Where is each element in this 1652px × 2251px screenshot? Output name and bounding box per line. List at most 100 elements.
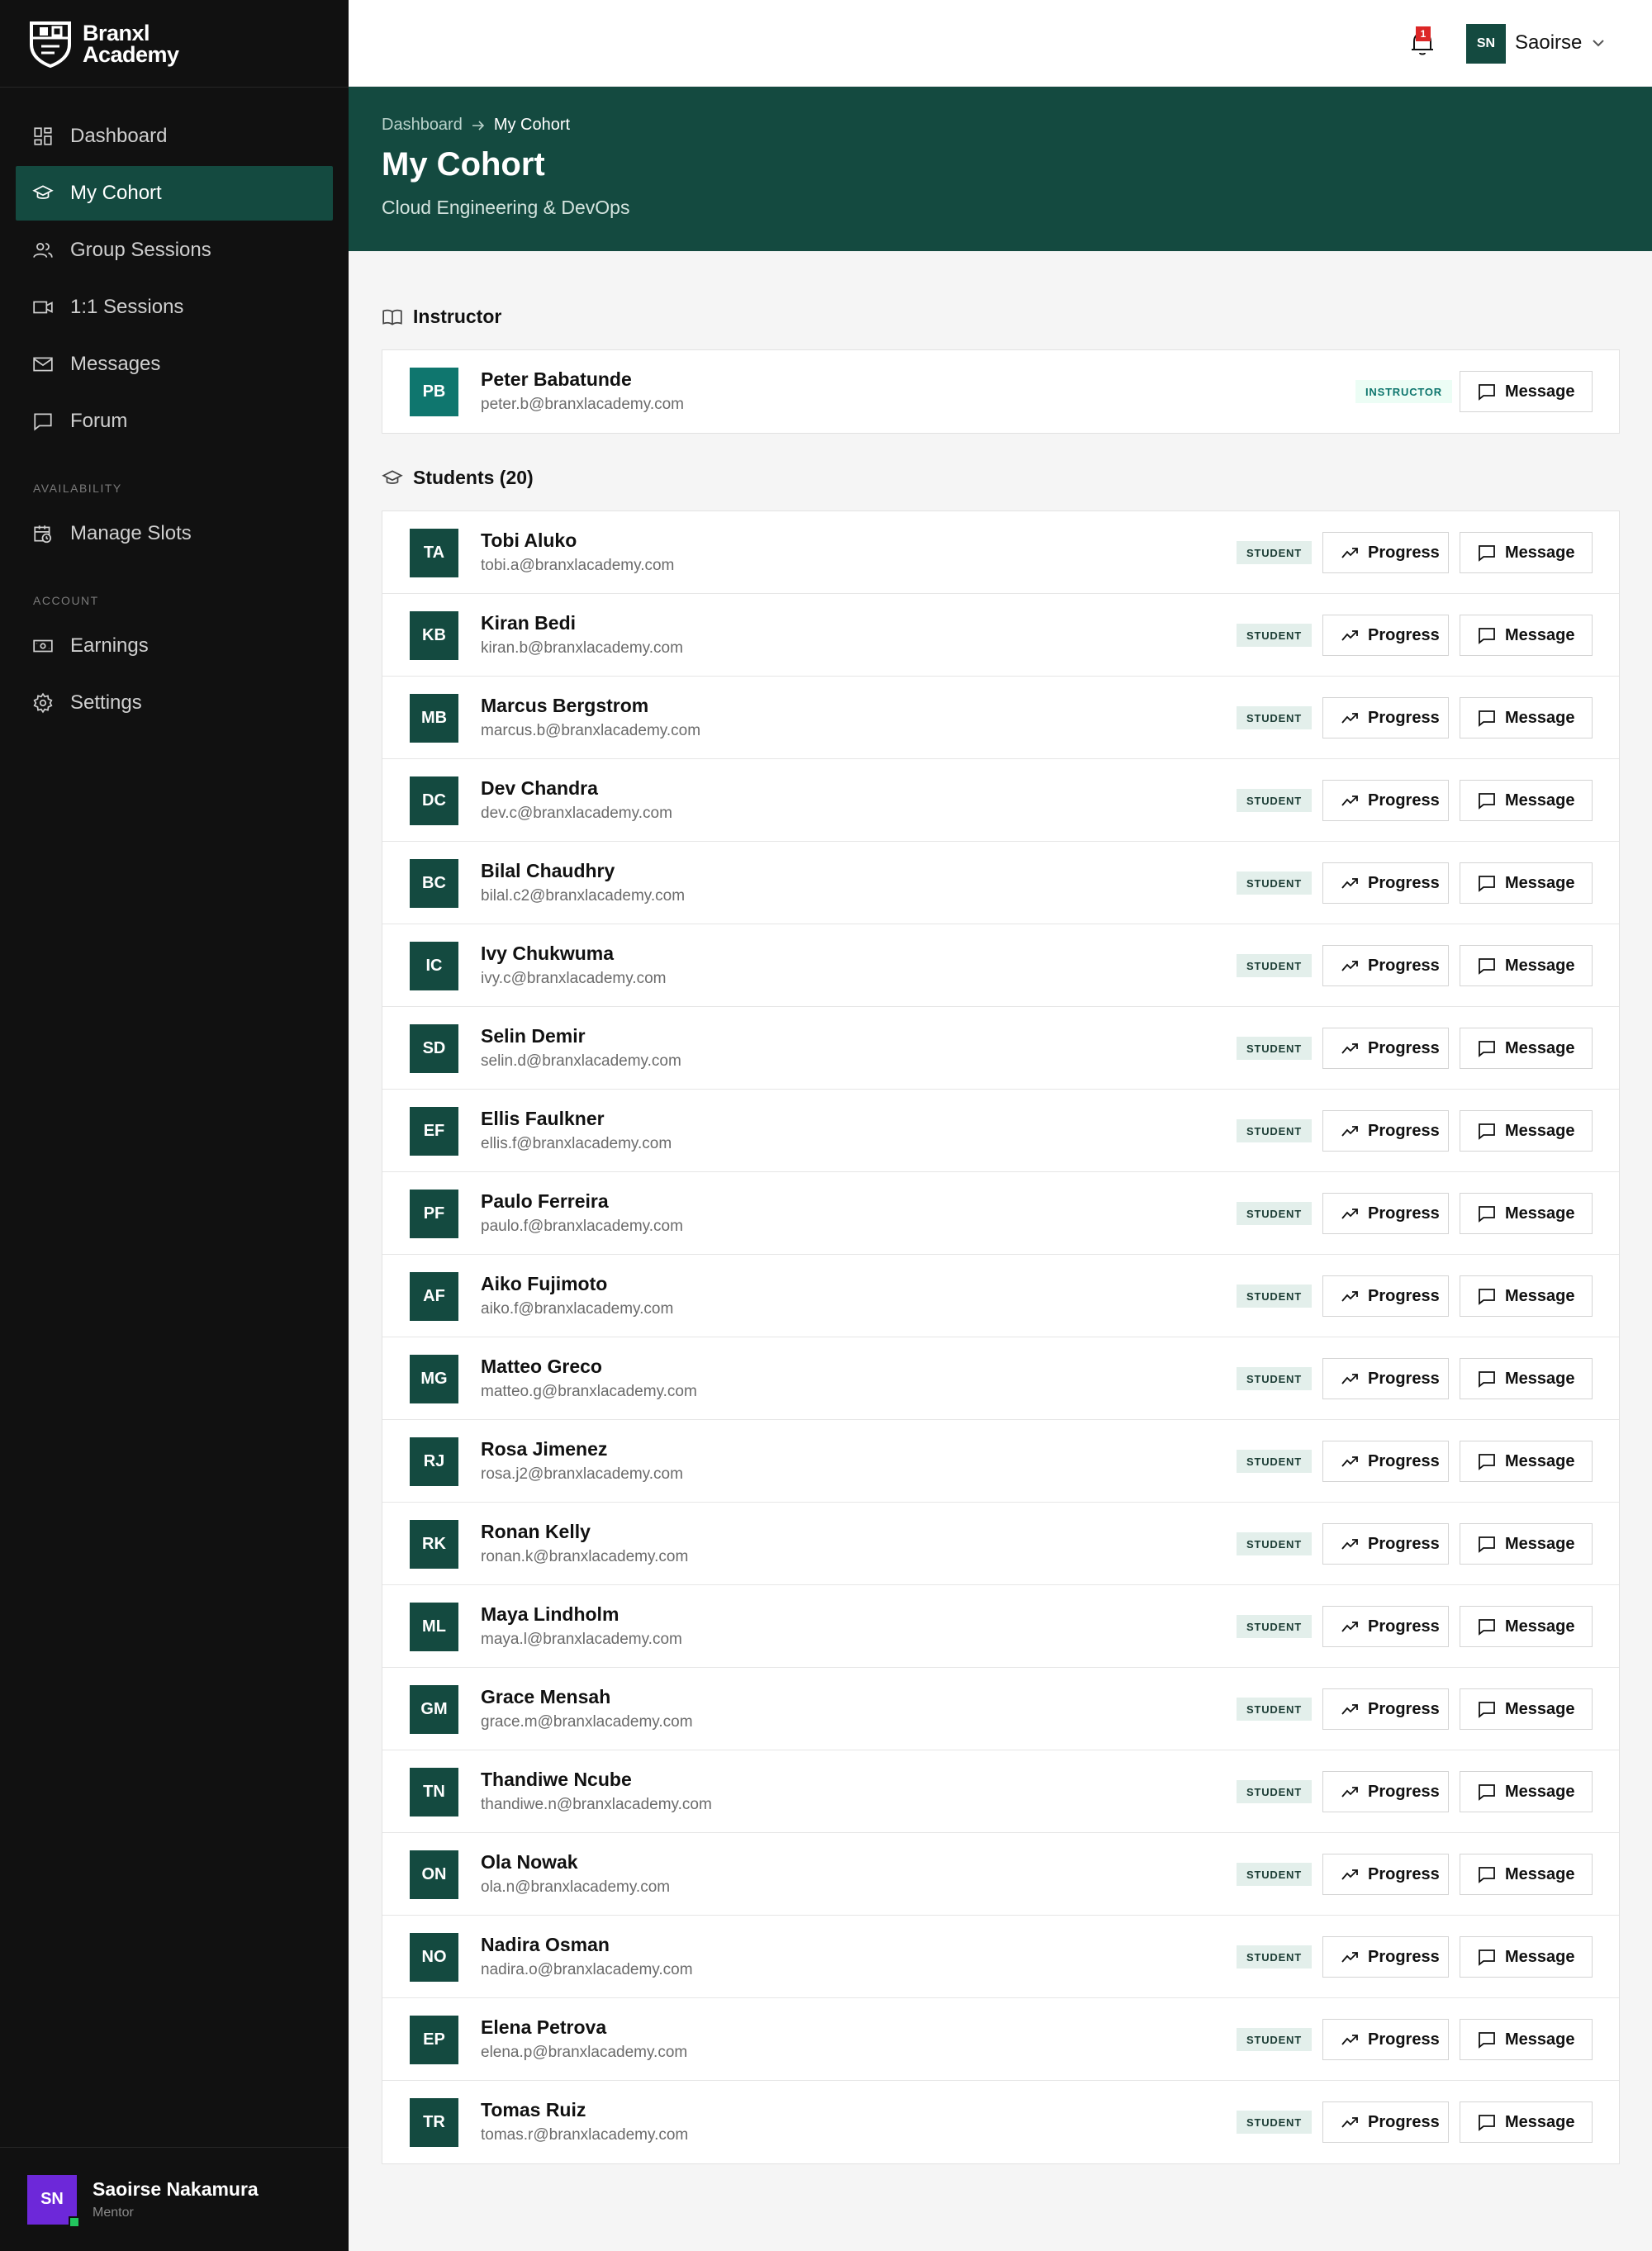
- chevron-down-icon[interactable]: [1589, 34, 1607, 52]
- message-button[interactable]: Message: [1460, 2101, 1593, 2143]
- progress-button[interactable]: Progress: [1322, 1936, 1449, 1978]
- role-badge: STUDENT: [1237, 1037, 1312, 1060]
- progress-button[interactable]: Progress: [1322, 1193, 1449, 1234]
- message-button[interactable]: Message: [1460, 1523, 1593, 1565]
- message-button[interactable]: Message: [1460, 615, 1593, 656]
- button-label: Message: [1505, 1617, 1575, 1636]
- progress-button[interactable]: Progress: [1322, 1441, 1449, 1482]
- message-button[interactable]: Message: [1460, 1936, 1593, 1978]
- button-label: Message: [1505, 708, 1575, 727]
- progress-button[interactable]: Progress: [1322, 2101, 1449, 2143]
- progress-button[interactable]: Progress: [1322, 1358, 1449, 1399]
- message-icon: [1479, 793, 1495, 810]
- role-badge: STUDENT: [1237, 1863, 1312, 1886]
- trending-up-icon: [1341, 1622, 1358, 1632]
- avatar: KB: [410, 611, 458, 660]
- progress-button[interactable]: Progress: [1322, 532, 1449, 573]
- page-title: My Cohort: [382, 146, 545, 183]
- person-name: Tomas Ruiz: [481, 2099, 586, 2120]
- brand-logo-link[interactable]: Branxl Academy: [0, 0, 349, 88]
- gear-icon: [33, 692, 53, 714]
- nav-item-one-on-one-sessions[interactable]: 1:1 Sessions: [16, 280, 333, 335]
- progress-button[interactable]: Progress: [1322, 1688, 1449, 1730]
- nav-item-forum[interactable]: Forum: [16, 394, 333, 449]
- progress-button[interactable]: Progress: [1322, 862, 1449, 904]
- progress-button[interactable]: Progress: [1322, 2019, 1449, 2060]
- message-button[interactable]: Message: [1460, 945, 1593, 986]
- avatar: TA: [410, 529, 458, 577]
- breadcrumb-dashboard-link[interactable]: Dashboard: [382, 116, 463, 135]
- message-button[interactable]: Message: [1460, 371, 1593, 412]
- avatar: GM: [410, 1685, 458, 1734]
- nav-item-group-sessions[interactable]: Group Sessions: [16, 223, 333, 278]
- button-label: Message: [1505, 1038, 1575, 1057]
- user-menu-name[interactable]: Saoirse: [1515, 31, 1582, 55]
- message-button[interactable]: Message: [1460, 697, 1593, 738]
- message-button[interactable]: Message: [1460, 1193, 1593, 1234]
- message-button[interactable]: Message: [1460, 1606, 1593, 1647]
- instructor-section-title: Instructor: [382, 306, 501, 328]
- message-button[interactable]: Message: [1460, 862, 1593, 904]
- message-button[interactable]: Message: [1460, 1771, 1593, 1812]
- progress-button[interactable]: Progress: [1322, 1606, 1449, 1647]
- student-row: RK Ronan Kelly ronan.k@branxlacademy.com…: [382, 1503, 1619, 1585]
- message-button[interactable]: Message: [1460, 1110, 1593, 1152]
- message-button[interactable]: Message: [1460, 2019, 1593, 2060]
- trending-up-icon: [1341, 2117, 1358, 2128]
- sidebar: Branxl Academy Dashboard My Cohort Group…: [0, 0, 349, 2251]
- avatar: EF: [410, 1107, 458, 1156]
- role-badge: STUDENT: [1237, 541, 1312, 564]
- message-button[interactable]: Message: [1460, 1441, 1593, 1482]
- avatar-initials: SN: [40, 2190, 64, 2208]
- nav-label: 1:1 Sessions: [70, 296, 184, 318]
- progress-button[interactable]: Progress: [1322, 945, 1449, 986]
- dashboard-icon: [34, 127, 52, 145]
- avatar: ML: [410, 1603, 458, 1651]
- person-name: Ivy Chukwuma: [481, 943, 615, 964]
- progress-button[interactable]: Progress: [1322, 615, 1449, 656]
- button-label: Message: [1505, 1121, 1575, 1140]
- mail-icon: [33, 357, 53, 372]
- button-label: Progress: [1368, 2030, 1440, 2049]
- role-badge: STUDENT: [1237, 1780, 1312, 1803]
- button-label: Message: [1505, 382, 1575, 401]
- sidebar-user-profile[interactable]: SN Saoirse Nakamura Mentor: [0, 2147, 349, 2251]
- trending-up-icon: [1341, 2035, 1358, 2045]
- nav-label: Dashboard: [70, 125, 168, 147]
- avatar: EP: [410, 2016, 458, 2064]
- nav-item-manage-slots[interactable]: Manage Slots: [16, 506, 333, 561]
- nav-item-settings[interactable]: Settings: [16, 676, 333, 730]
- progress-button[interactable]: Progress: [1322, 1110, 1449, 1152]
- video-icon: [33, 301, 53, 314]
- message-button[interactable]: Message: [1460, 1275, 1593, 1317]
- message-button[interactable]: Message: [1460, 532, 1593, 573]
- message-icon: [1479, 1867, 1495, 1883]
- progress-button[interactable]: Progress: [1322, 1523, 1449, 1565]
- progress-button[interactable]: Progress: [1322, 1275, 1449, 1317]
- message-button[interactable]: Message: [1460, 1028, 1593, 1069]
- button-label: Progress: [1368, 1617, 1440, 1636]
- nav-item-dashboard[interactable]: Dashboard: [16, 109, 333, 164]
- message-button[interactable]: Message: [1460, 1358, 1593, 1399]
- progress-button[interactable]: Progress: [1322, 697, 1449, 738]
- message-icon: [1479, 1784, 1495, 1801]
- nav-item-earnings[interactable]: Earnings: [16, 619, 333, 673]
- progress-button[interactable]: Progress: [1322, 780, 1449, 821]
- person-email: elena.p@branxlacademy.com: [481, 2044, 688, 2061]
- message-button[interactable]: Message: [1460, 1688, 1593, 1730]
- message-button[interactable]: Message: [1460, 1854, 1593, 1895]
- message-button[interactable]: Message: [1460, 780, 1593, 821]
- student-row: KB Kiran Bedi kiran.b@branxlacademy.com …: [382, 594, 1619, 677]
- progress-button[interactable]: Progress: [1322, 1028, 1449, 1069]
- person-name: Bilal Chaudhry: [481, 860, 615, 881]
- user-avatar[interactable]: SN: [1466, 24, 1506, 64]
- person-email: rosa.j2@branxlacademy.com: [481, 1465, 683, 1483]
- avatar: ON: [410, 1850, 458, 1899]
- nav-item-messages[interactable]: Messages: [16, 337, 333, 392]
- trending-up-icon: [1341, 1787, 1358, 1797]
- nav-item-my-cohort[interactable]: My Cohort: [16, 166, 333, 221]
- progress-button[interactable]: Progress: [1322, 1854, 1449, 1895]
- progress-button[interactable]: Progress: [1322, 1771, 1449, 1812]
- button-label: Progress: [1368, 1204, 1440, 1223]
- students-list: TA Tobi Aluko tobi.a@branxlacademy.com S…: [382, 511, 1620, 2164]
